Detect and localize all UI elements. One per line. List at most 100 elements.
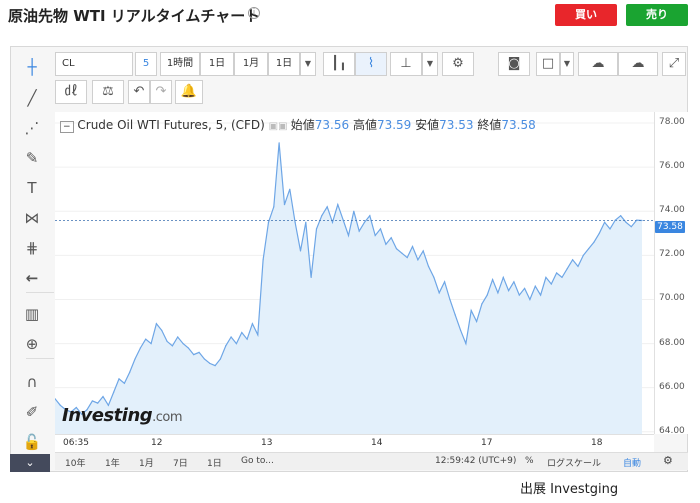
data-point xyxy=(342,219,344,221)
legend-collapse-icon[interactable]: − xyxy=(60,121,74,133)
data-point xyxy=(155,323,157,325)
data-point xyxy=(625,221,627,223)
zoom-in-icon[interactable]: ⊕ xyxy=(22,334,42,354)
pencil-lock-icon[interactable]: ✐ xyxy=(22,402,42,422)
data-point xyxy=(491,279,494,281)
data-point xyxy=(262,259,264,261)
data-point xyxy=(443,281,446,283)
gear-icon[interactable]: ⚙ xyxy=(663,454,673,467)
range-10y[interactable]: 10年 xyxy=(65,456,85,469)
sell-button[interactable]: 売り xyxy=(626,4,688,26)
chevron-down-icon[interactable]: ▼ xyxy=(560,52,574,76)
candlestick-icon[interactable]: ┃╻ xyxy=(323,52,355,76)
data-point xyxy=(598,232,600,234)
interval-1d-button[interactable]: 1日 xyxy=(200,52,234,76)
data-point xyxy=(331,221,334,223)
interval-badge[interactable]: 5 xyxy=(135,52,157,76)
range-1y[interactable]: 1年 xyxy=(105,456,120,469)
pitchfork-icon[interactable]: ⋰ xyxy=(22,118,42,138)
data-point xyxy=(326,206,328,208)
cloud-download-icon[interactable]: ☁ xyxy=(578,52,618,76)
data-point xyxy=(177,336,179,338)
data-point xyxy=(556,272,558,274)
data-point xyxy=(524,287,526,290)
buy-button[interactable]: 買い xyxy=(555,4,617,26)
color-swatch-icon[interactable]: □ xyxy=(536,52,560,76)
data-point xyxy=(540,294,542,296)
log-scale-button[interactable]: ログスケール xyxy=(547,456,601,469)
compare-icon[interactable]: ⊥ xyxy=(390,52,422,76)
data-point xyxy=(102,395,104,398)
toolbar-divider xyxy=(26,292,54,293)
data-point xyxy=(337,204,339,206)
bars-icon[interactable]: ▥ xyxy=(22,304,42,324)
undo-icon[interactable]: ↶ xyxy=(128,80,150,104)
indicators-icon[interactable]: ㎗ xyxy=(55,80,87,104)
legend-tools-icon[interactable]: ▣▣ xyxy=(269,121,291,132)
symbol-input[interactable]: CL xyxy=(55,52,133,76)
interval-1h-button[interactable]: 1時間 xyxy=(160,52,200,76)
data-point xyxy=(422,250,424,252)
magnet-icon[interactable]: ∩ xyxy=(22,372,42,392)
balance-icon[interactable]: ⚖ xyxy=(92,80,124,104)
area-chart-icon[interactable]: ⌇ xyxy=(355,52,387,76)
data-point xyxy=(347,234,350,237)
camera-icon[interactable]: ◙ xyxy=(498,52,530,76)
auto-scale-button[interactable]: 自動 xyxy=(623,456,641,469)
data-point xyxy=(614,219,616,221)
data-point xyxy=(497,292,499,294)
trend-line-icon[interactable]: ╱ xyxy=(22,88,42,108)
data-point xyxy=(161,329,163,331)
chart-area[interactable] xyxy=(54,112,654,434)
pattern-icon[interactable]: ⋈ xyxy=(22,208,42,228)
chevron-down-icon[interactable]: ▼ xyxy=(422,52,438,76)
range-1m[interactable]: 1月 xyxy=(139,456,154,469)
lock-icon[interactable]: 🔓 xyxy=(22,432,42,452)
price-chart[interactable] xyxy=(54,112,654,434)
data-point xyxy=(630,226,632,228)
collapse-toolbar-button[interactable]: ⌄ xyxy=(10,454,50,472)
y-axis[interactable]: 78.00 76.00 74.00 72.00 70.00 68.00 66.00 64.00 xyxy=(654,112,688,436)
data-point xyxy=(572,259,574,261)
data-point xyxy=(470,309,472,312)
gear-icon[interactable]: ⚙ xyxy=(442,52,474,76)
percent-button[interactable]: % xyxy=(525,456,534,466)
data-point xyxy=(518,294,520,296)
text-icon[interactable]: T xyxy=(22,178,42,198)
cloud-upload-icon[interactable]: ☁ xyxy=(618,52,658,76)
interval-1m-button[interactable]: 1月 xyxy=(234,52,268,76)
data-point xyxy=(636,219,638,221)
current-price-badge: 73.58 xyxy=(655,221,685,233)
data-point xyxy=(550,283,552,285)
info-icon[interactable]: i xyxy=(248,7,260,19)
data-point xyxy=(305,221,307,223)
data-point xyxy=(395,248,398,250)
data-point xyxy=(507,290,510,292)
data-point xyxy=(369,215,371,217)
x-tick-label: 06:35 xyxy=(63,438,89,448)
high-label: 高値 xyxy=(352,118,377,132)
data-point xyxy=(481,303,483,305)
chevron-down-icon[interactable]: ▼ xyxy=(300,52,316,76)
crosshair-icon[interactable]: ┼ xyxy=(22,57,42,77)
data-point xyxy=(358,230,360,232)
data-point xyxy=(59,404,61,406)
brush-icon[interactable]: ✎ xyxy=(22,148,42,168)
interval-dropdown[interactable]: 1日 xyxy=(268,52,300,76)
price-area-fill xyxy=(55,142,642,434)
redo-icon[interactable]: ↷ xyxy=(150,80,172,104)
data-point xyxy=(203,358,206,360)
low-label: 安値 xyxy=(415,118,440,132)
fullscreen-icon[interactable]: ⤢ xyxy=(662,52,686,76)
data-point xyxy=(123,382,125,384)
arrow-left-icon[interactable]: ← xyxy=(22,268,42,288)
range-1d[interactable]: 1日 xyxy=(207,456,222,469)
x-axis[interactable]: 06:35 12 13 14 17 18 xyxy=(55,434,654,452)
goto-button[interactable]: Go to... xyxy=(241,456,274,466)
y-tick-label: 64.00 xyxy=(659,425,685,436)
data-point xyxy=(193,354,195,356)
data-point xyxy=(118,378,120,380)
range-7d[interactable]: 7日 xyxy=(173,456,188,469)
measure-icon[interactable]: ⋕ xyxy=(22,238,42,258)
alert-bell-icon[interactable]: 🔔 xyxy=(175,80,203,104)
